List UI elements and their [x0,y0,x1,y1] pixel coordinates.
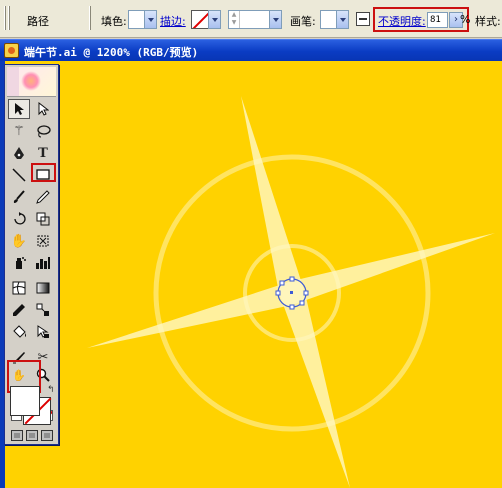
full-screen-menu-mode-button[interactable] [26,430,38,441]
rotate-icon [14,212,26,225]
stroke-label-link[interactable]: 描边: [160,13,186,29]
stroke-weight-spinner-icon[interactable]: ▲ ▼ [229,11,240,28]
pencil-tool[interactable] [32,187,54,207]
type-icon: T [38,145,48,161]
brush-icon [13,190,25,203]
paintbrush-tool[interactable] [8,187,30,207]
free-transform-icon [37,235,49,247]
type-tool[interactable]: T [32,143,54,163]
document-title-bar[interactable]: 端午节.ai @ 1200% (RGB/预览) [0,39,502,61]
eyedropper-tool[interactable] [8,300,30,320]
tools-panel: ⚚ T ✋ ✂ ✋ ↰ [4,64,59,445]
fill-color-swatch[interactable] [128,10,145,29]
opacity-unit: % [460,13,471,26]
brush-dropdown-button[interactable] [336,10,349,29]
gradient-tool[interactable] [32,278,54,298]
stroke-color-swatch[interactable] [191,10,209,29]
column-graph-tool[interactable] [32,253,54,273]
center-point-marker [290,291,293,294]
opacity-label-link[interactable]: 不透明度: [378,13,426,29]
mesh-tool[interactable] [8,278,30,298]
rectangle-tool-highlight [31,163,56,182]
toolbar-grip[interactable] [8,6,10,30]
stroke-dropdown-button[interactable] [208,10,221,29]
full-screen-mode-button[interactable] [41,430,53,441]
anchor-point-handle[interactable] [289,304,295,310]
scale-tool[interactable] [32,209,54,229]
anchor-point-handle[interactable] [275,290,281,296]
warp-tool[interactable]: ✋ [8,231,30,251]
pen-icon [14,146,24,159]
standard-screen-mode-button[interactable] [11,430,23,441]
opacity-input[interactable]: 81 [427,12,448,28]
document-title: 端午节.ai @ 1200% (RGB/预览) [24,46,199,59]
graph-icon [36,257,50,269]
opacity-control: 不透明度: 81 › [373,7,469,32]
direct-selection-tool[interactable] [32,99,54,119]
illustrator-document-icon [4,43,19,58]
path-label: 路径 [27,15,49,28]
toolbar-grip[interactable] [4,6,6,30]
fill-label: 填色: [101,15,127,28]
symbol-sprayer-tool[interactable] [8,253,30,273]
live-paint-selection-tool[interactable] [32,322,54,342]
swap-fill-stroke-icon[interactable]: ↰ [47,385,55,395]
line-icon [12,168,26,182]
brush-swatch[interactable] [320,10,337,29]
artboard-canvas[interactable] [5,61,502,488]
anchor-point-handle[interactable] [279,280,285,286]
anchor-point-handle[interactable] [299,300,305,306]
magic-wand-icon: ⚚ [13,123,25,139]
live-paint-bucket-tool[interactable] [8,322,30,342]
starburst-beam-left[interactable] [87,281,292,348]
control-bar: 路径 填色: 描边: ▲ ▼ 画笔: 不透明度: 81 › % 样式: [0,0,502,38]
artwork [87,96,495,488]
anchor-point-handle[interactable] [289,276,295,282]
pen-tool[interactable] [8,143,30,163]
paint-bucket-icon [12,325,26,338]
warp-icon: ✋ [10,233,28,249]
lasso-icon [37,125,51,138]
fill-dropdown-button[interactable] [144,10,157,29]
scale-icon [36,212,50,226]
selection-tool[interactable] [8,99,30,119]
pencil-icon [36,190,50,204]
rotate-tool[interactable] [8,209,30,229]
fill-swatch[interactable] [10,386,40,416]
magic-wand-tool[interactable]: ⚚ [8,121,30,141]
line-segment-tool[interactable] [8,165,30,185]
blend-tool[interactable] [32,300,54,320]
starburst-beam-right[interactable] [292,233,495,305]
brush-label: 画笔: [290,15,316,28]
style-label: 样式: [475,15,501,28]
brush-options-icon[interactable] [356,12,370,26]
free-transform-tool[interactable] [32,231,54,251]
starburst-beam-up[interactable] [241,96,305,293]
anchor-point-handle[interactable] [303,290,309,296]
illustrator-logo[interactable] [7,67,56,97]
arrow-icon [15,103,24,115]
document-window [0,61,502,488]
gradient-icon [36,282,50,294]
sprayer-icon [16,257,26,269]
lasso-tool[interactable] [32,121,54,141]
paint-select-icon [37,325,49,338]
mesh-icon [12,281,26,295]
eyedropper-icon [13,304,25,316]
blend-icon [36,303,49,316]
stroke-weight-dropdown-button[interactable] [269,10,282,29]
toolbar-separator [89,6,91,30]
hollow-arrow-icon [38,102,49,116]
starburst-beam-down[interactable] [279,293,350,488]
